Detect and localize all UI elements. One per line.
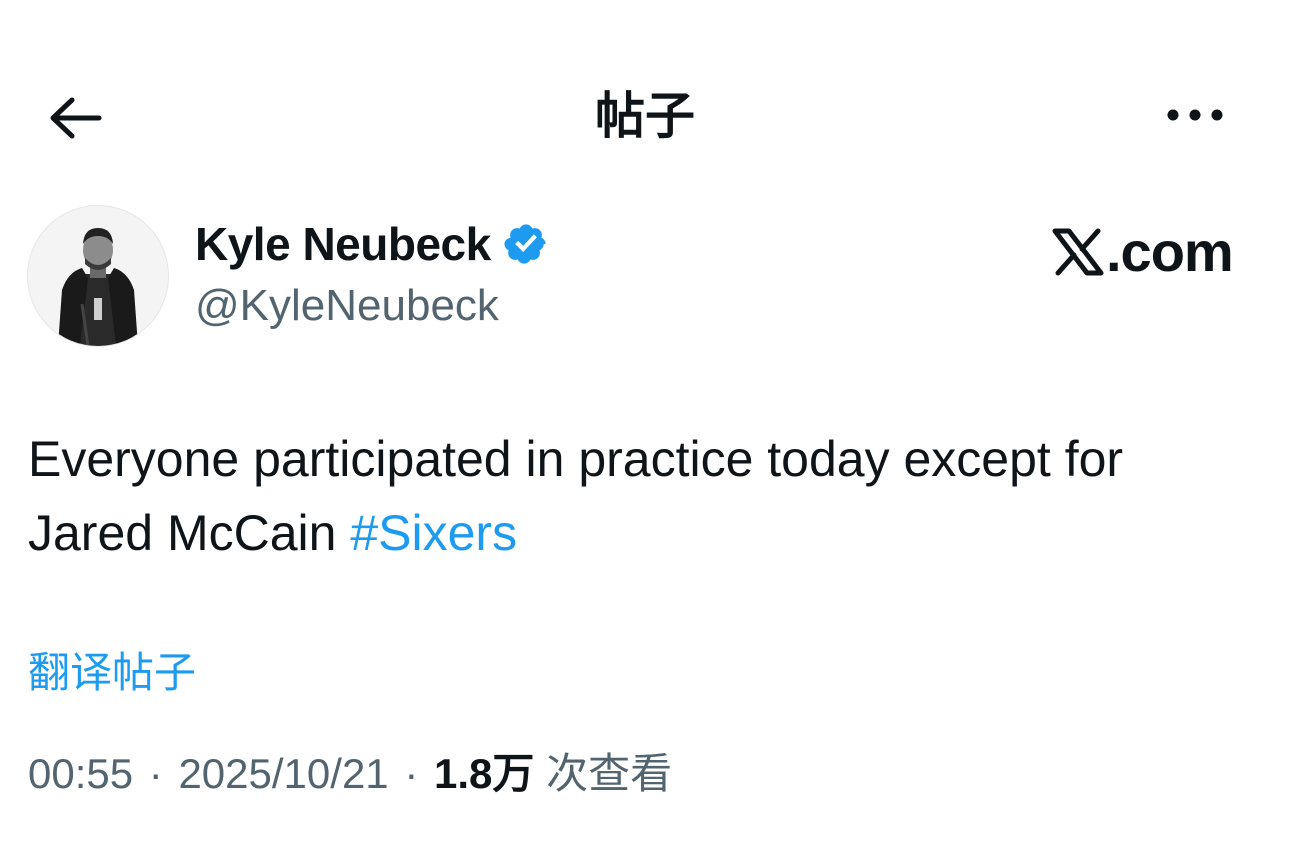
tweet-body: Everyone participated in practice today … bbox=[28, 431, 1124, 561]
views-count: 1.8万 bbox=[434, 750, 535, 797]
post-date[interactable]: 2025/10/21 bbox=[178, 750, 388, 797]
more-options-button[interactable] bbox=[1160, 95, 1230, 135]
x-logo-icon bbox=[1052, 228, 1104, 276]
author-name-row[interactable]: Kyle Neubeck bbox=[195, 214, 549, 274]
avatar[interactable] bbox=[27, 205, 169, 347]
author-handle[interactable]: @KyleNeubeck bbox=[195, 278, 499, 334]
post-time[interactable]: 00:55 bbox=[28, 750, 133, 797]
tweet-meta: 00:55 · 2025/10/21 · 1.8万 次查看 bbox=[28, 745, 672, 803]
verified-badge-icon bbox=[504, 224, 546, 264]
profile-photo bbox=[28, 206, 168, 346]
more-horizontal-icon bbox=[1167, 109, 1223, 121]
tweet-text: Everyone participated in practice today … bbox=[28, 422, 1258, 570]
separator-dot: · bbox=[148, 750, 163, 797]
views-label: 次查看 bbox=[546, 750, 673, 797]
x-com-text: .com bbox=[1106, 220, 1234, 283]
top-bar: 帖子 bbox=[0, 0, 1290, 230]
x-com-brand[interactable]: .com bbox=[1052, 220, 1234, 283]
separator-dot: · bbox=[404, 750, 419, 797]
author-name: Kyle Neubeck bbox=[195, 218, 491, 270]
hashtag-link[interactable]: #Sixers bbox=[350, 505, 517, 561]
translate-post-link[interactable]: 翻译帖子 bbox=[28, 645, 196, 701]
page-title: 帖子 bbox=[595, 88, 695, 144]
